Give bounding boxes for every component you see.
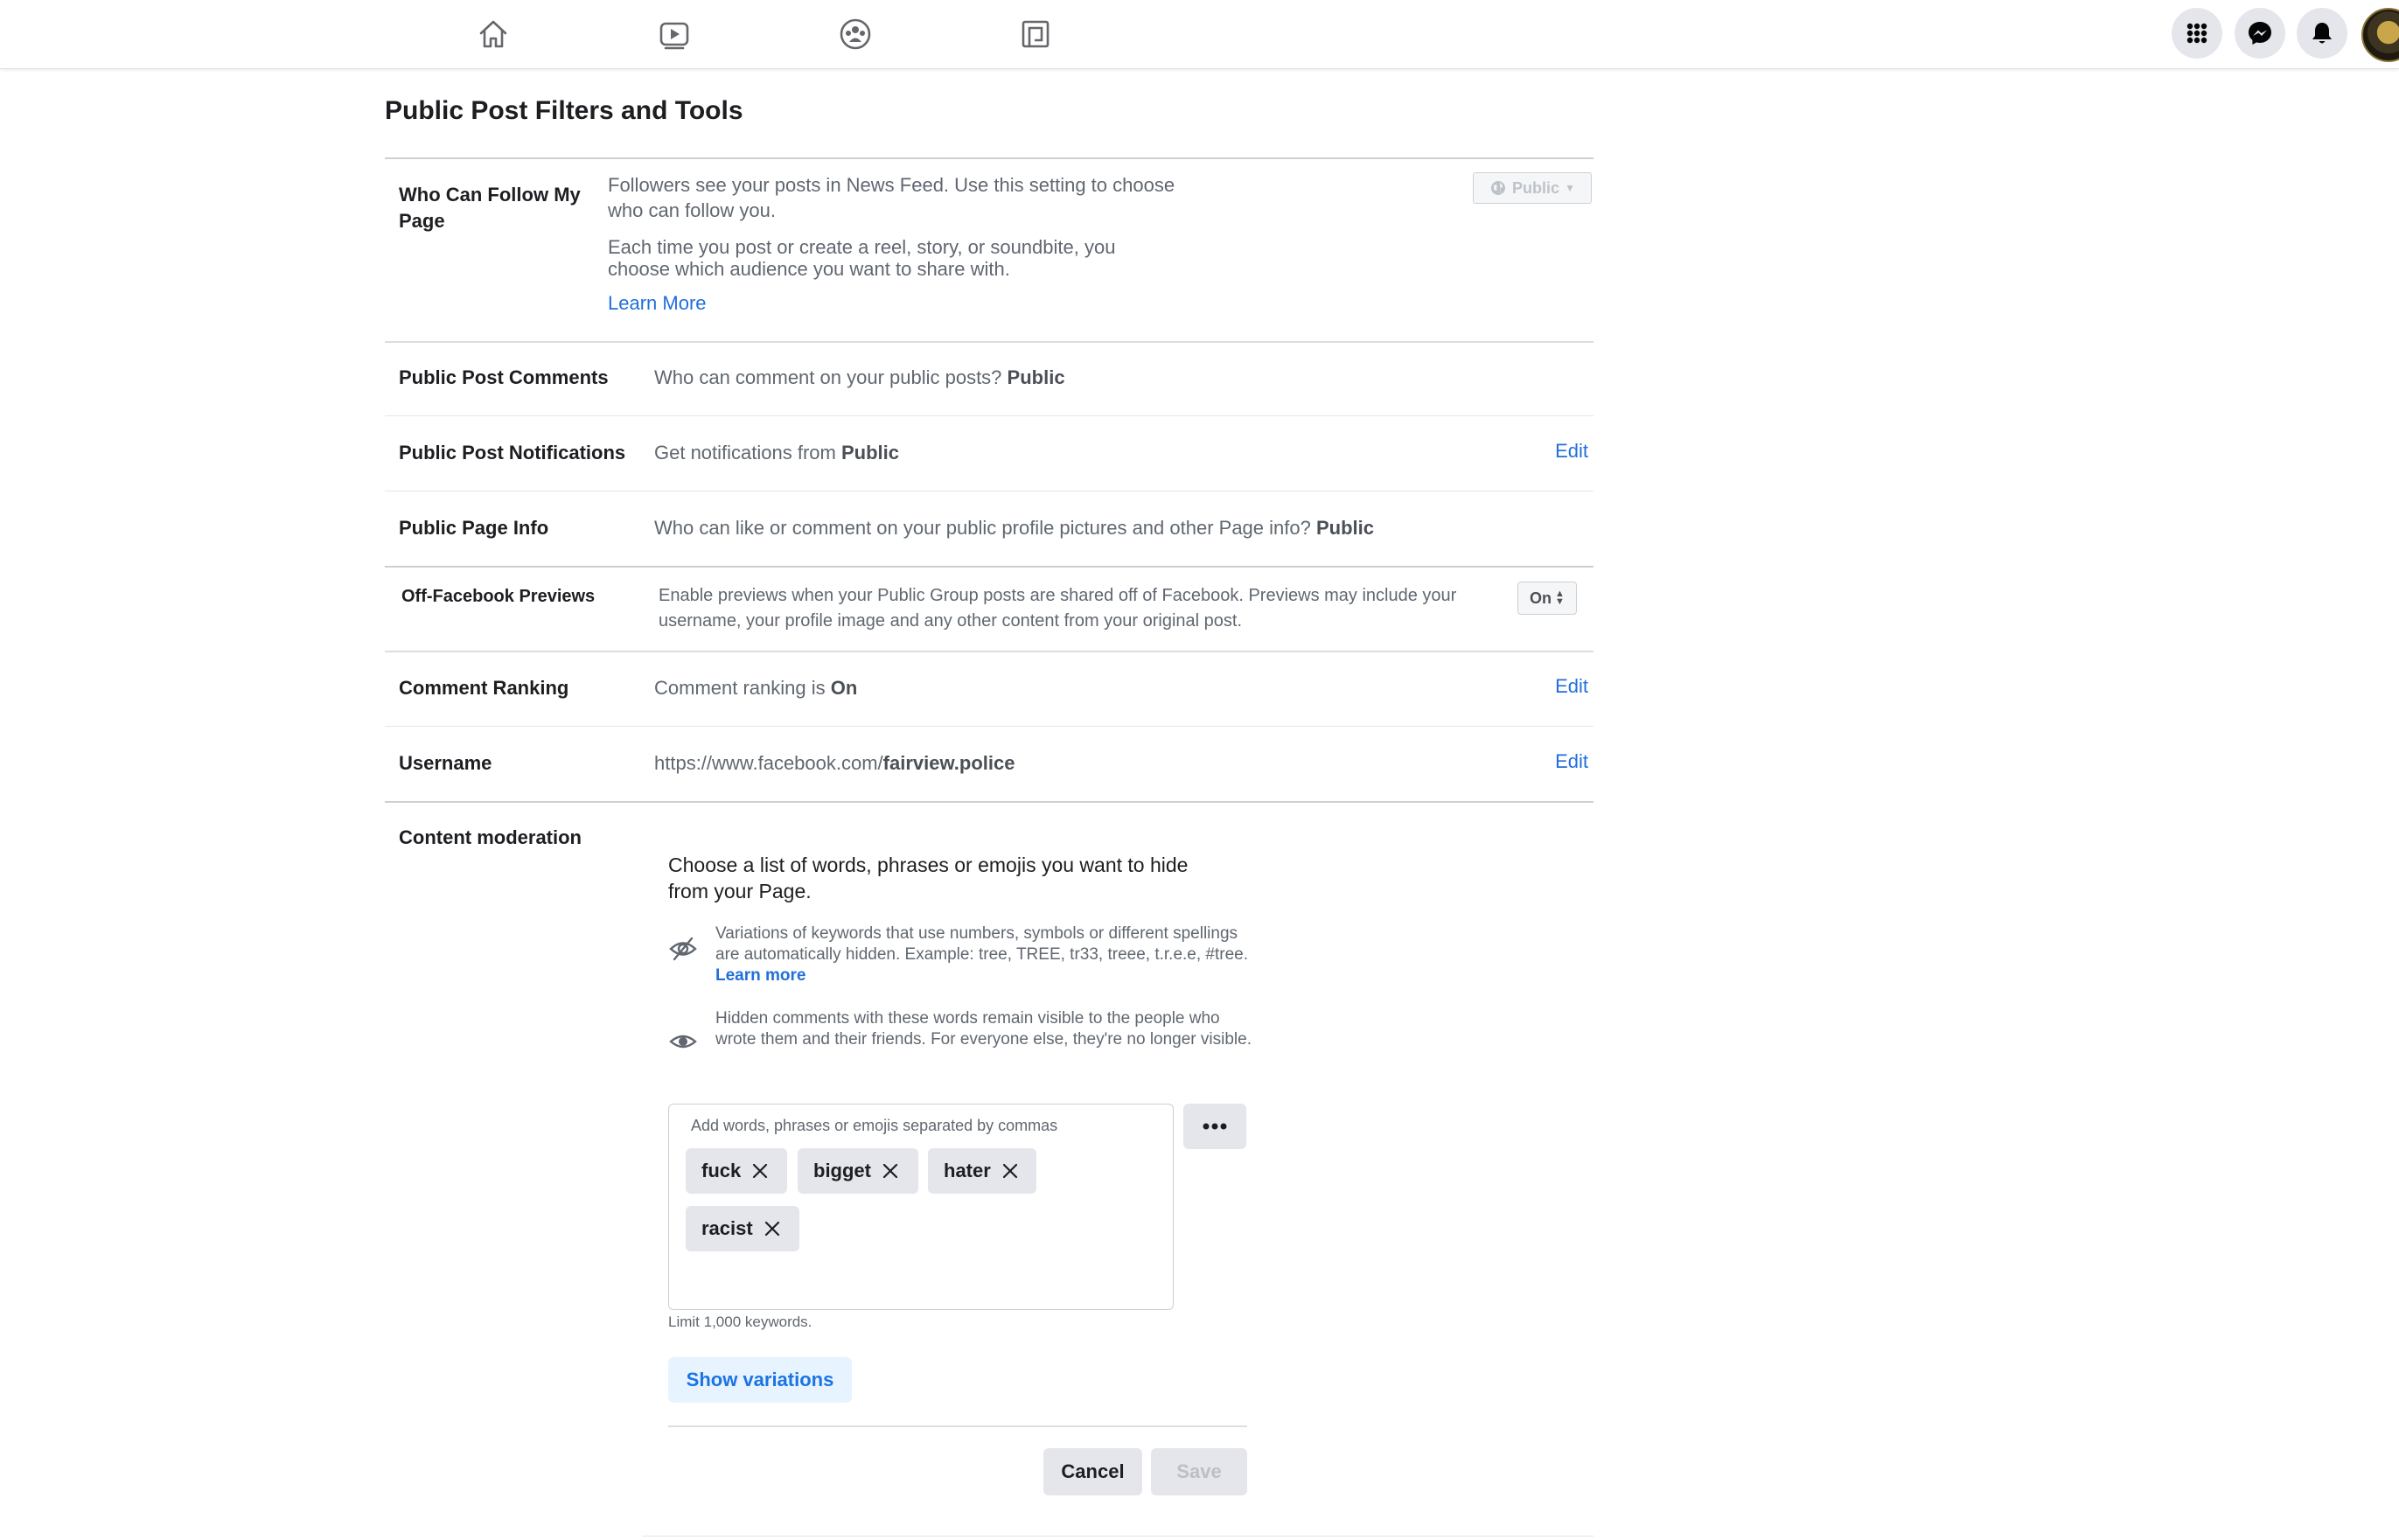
keyword-chip-label: hater — [944, 1160, 991, 1181]
show-variations-button[interactable]: Show variations — [668, 1357, 852, 1403]
keyword-chip: hater — [928, 1148, 1036, 1194]
ranking-edit-link[interactable]: Edit — [1555, 675, 1588, 698]
ranking-setting: Comment ranking is On — [654, 675, 857, 700]
divider — [668, 1425, 1247, 1427]
follow-learn-more-link[interactable]: Learn More — [608, 290, 707, 316]
watch-icon[interactable] — [652, 11, 697, 57]
comments-label: Public Post Comments — [399, 366, 609, 388]
divider — [385, 415, 1594, 416]
gaming-icon[interactable] — [1013, 11, 1058, 57]
more-options-button[interactable] — [1183, 1104, 1246, 1149]
top-navigation-bar — [0, 0, 2399, 69]
ranking-label: Comment Ranking — [399, 677, 569, 699]
keyword-chip: bigget — [798, 1148, 918, 1194]
keyword-input-placeholder: Add words, phrases or emojis separated b… — [691, 1117, 1058, 1134]
comments-value: Public — [1007, 366, 1065, 388]
keyword-chip-label: racist — [701, 1217, 753, 1239]
follow-audience-value: Public — [1512, 178, 1560, 197]
notifications-label: Public Post Notifications — [399, 442, 626, 463]
keyword-chip: fuck — [686, 1148, 787, 1194]
remove-keyword-icon[interactable] — [1001, 1162, 1019, 1180]
ranking-value: On — [830, 677, 858, 699]
globe-icon — [1491, 181, 1506, 195]
follow-audience-select[interactable]: Public ▼ — [1473, 172, 1592, 204]
divider — [385, 651, 1594, 652]
follow-label: Who Can Follow My Page — [399, 184, 581, 232]
previews-value: On — [1530, 589, 1552, 607]
notifications-value: Public — [841, 442, 900, 463]
caret-down-icon: ▼ — [1565, 182, 1575, 194]
keyword-chip-label: bigget — [813, 1160, 871, 1181]
keyword-limit-note: Limit 1,000 keywords. — [668, 1314, 812, 1330]
profile-avatar[interactable] — [2361, 8, 2399, 62]
cancel-button[interactable]: Cancel — [1043, 1448, 1142, 1495]
page-info-question: Who can like or comment on your public p… — [654, 517, 1311, 539]
divider — [385, 157, 1594, 159]
more-dots-icon — [1203, 1123, 1227, 1130]
page-info-setting: Who can like or comment on your public p… — [654, 515, 1374, 540]
messenger-icon[interactable] — [2235, 8, 2285, 59]
comments-setting: Who can comment on your public posts? Pu… — [654, 365, 1065, 390]
username-value: fairview.police — [882, 752, 1015, 774]
divider — [385, 341, 1594, 343]
follow-description-1: Followers see your posts in News Feed. U… — [608, 174, 1175, 221]
eye-slash-icon — [669, 937, 697, 961]
ranking-prefix: Comment ranking is — [654, 677, 826, 699]
groups-icon[interactable] — [833, 11, 878, 57]
keyword-input-box[interactable]: Add words, phrases or emojis separated b… — [668, 1104, 1174, 1310]
previews-label: Off-Facebook Previews — [401, 587, 596, 606]
follow-description-2: Each time you post or create a reel, sto… — [608, 236, 1116, 280]
moderation-label: Content moderation — [399, 826, 582, 848]
username-setting: https://www.facebook.com/fairview.police — [654, 750, 1015, 776]
eye-icon — [669, 1035, 697, 1049]
notifications-icon[interactable] — [2297, 8, 2347, 59]
username-prefix: https://www.facebook.com/ — [654, 752, 883, 774]
username-label: Username — [399, 752, 492, 774]
notifications-prefix: Get notifications from — [654, 442, 836, 463]
comments-question: Who can comment on your public posts? — [654, 366, 1002, 388]
notifications-edit-link[interactable]: Edit — [1555, 440, 1588, 463]
previews-description: Enable previews when your Public Group p… — [659, 586, 1457, 631]
previews-toggle-select[interactable]: On ▲ ▼ — [1517, 582, 1577, 615]
variations-info-text: Variations of keywords that use numbers,… — [715, 923, 1258, 986]
page-info-label: Public Page Info — [399, 517, 549, 539]
keyword-chip-label: fuck — [701, 1160, 742, 1181]
remove-keyword-icon[interactable] — [751, 1162, 769, 1180]
page-title: Public Post Filters and Tools — [385, 96, 743, 125]
variations-info-body: Variations of keywords that use numbers,… — [715, 924, 1249, 964]
moderation-heading: Choose a list of words, phrases or emoji… — [668, 854, 1189, 902]
divider — [385, 801, 1594, 803]
keyword-chip: racist — [686, 1206, 799, 1251]
divider — [642, 1536, 1594, 1537]
learn-more-link[interactable]: Learn more — [715, 966, 805, 985]
remove-keyword-icon[interactable] — [882, 1162, 899, 1180]
divider — [385, 566, 1594, 568]
menu-grid-icon[interactable] — [2172, 8, 2222, 59]
save-button[interactable]: Save — [1151, 1448, 1247, 1495]
remove-keyword-icon[interactable] — [764, 1220, 781, 1237]
sort-arrows-icon: ▲ ▼ — [1555, 589, 1565, 607]
home-icon[interactable] — [471, 11, 516, 57]
page-info-value: Public — [1315, 517, 1374, 539]
divider — [385, 726, 1594, 727]
notifications-setting: Get notifications from Public — [654, 440, 899, 465]
hidden-comments-info-text: Hidden comments with these words remain … — [715, 1009, 1252, 1049]
username-edit-link[interactable]: Edit — [1555, 750, 1588, 773]
